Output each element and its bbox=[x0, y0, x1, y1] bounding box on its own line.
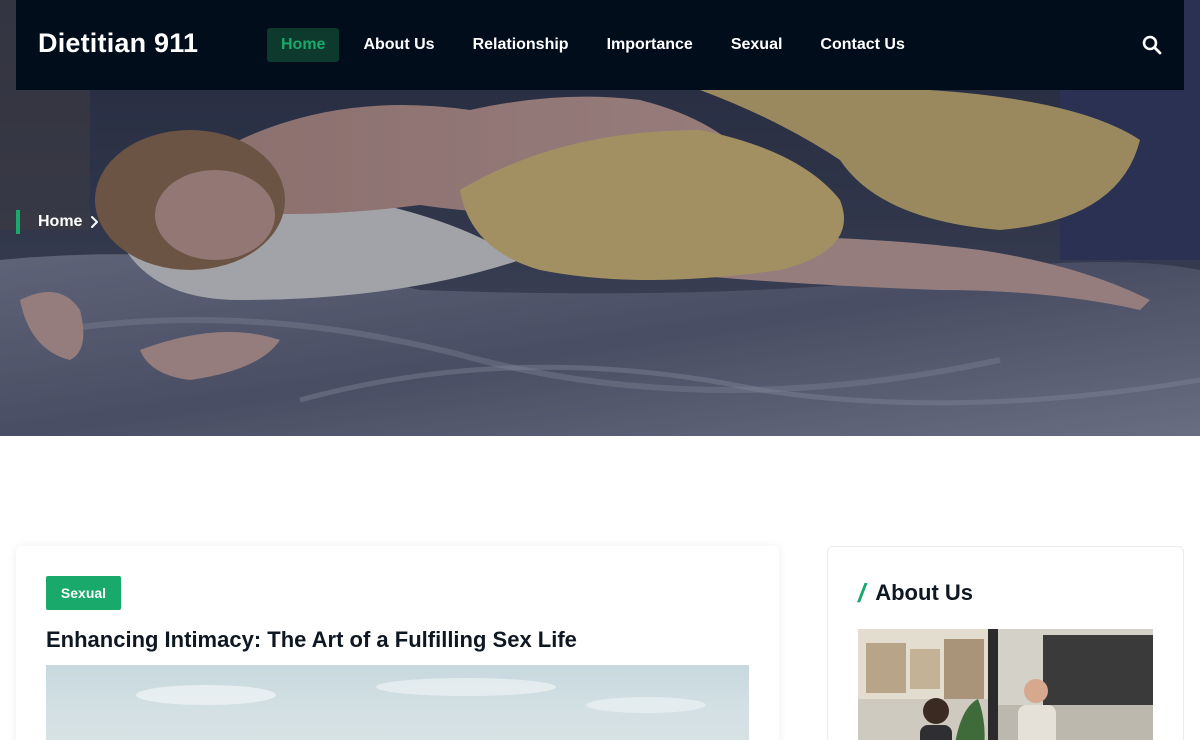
breadcrumb: Home bbox=[16, 210, 100, 234]
nav-item-sexual[interactable]: Sexual bbox=[717, 28, 797, 62]
post-category-tag[interactable]: Sexual bbox=[46, 576, 121, 610]
slash-icon: / bbox=[858, 577, 866, 608]
nav-item-importance[interactable]: Importance bbox=[593, 28, 707, 62]
widget-title: About Us bbox=[875, 580, 973, 605]
nav-item-home[interactable]: Home bbox=[267, 28, 340, 62]
post-thumbnail-art bbox=[136, 678, 706, 713]
post-card: Sexual Enhancing Intimacy: The Art of a … bbox=[16, 546, 779, 740]
nav-item-about-us[interactable]: About Us bbox=[349, 28, 448, 62]
post-title[interactable]: Enhancing Intimacy: The Art of a Fulfill… bbox=[46, 627, 577, 653]
search-icon[interactable] bbox=[1142, 35, 1162, 55]
site-header: Dietitian 911 Home About Us Relationship… bbox=[16, 0, 1184, 90]
about-us-image[interactable] bbox=[858, 629, 1153, 740]
chevron-right-icon bbox=[91, 216, 99, 228]
widget-header: / About Us bbox=[858, 577, 973, 608]
sidebar-about-widget: / About Us bbox=[827, 546, 1184, 740]
main-nav: Home About Us Relationship Importance Se… bbox=[267, 28, 929, 62]
about-us-image-art bbox=[858, 629, 1153, 740]
post-thumbnail[interactable] bbox=[46, 665, 749, 740]
nav-item-contact-us[interactable]: Contact Us bbox=[806, 28, 918, 62]
site-logo[interactable]: Dietitian 911 bbox=[38, 28, 198, 59]
breadcrumb-home-link[interactable]: Home bbox=[38, 213, 82, 231]
breadcrumb-accent-bar bbox=[16, 210, 20, 234]
nav-item-relationship[interactable]: Relationship bbox=[459, 28, 583, 62]
